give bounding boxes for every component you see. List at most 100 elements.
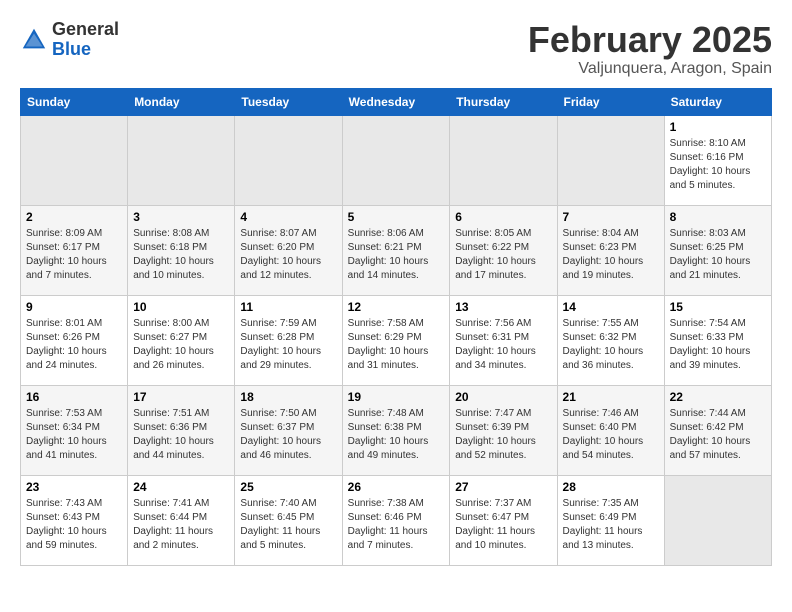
- header: General Blue February 2025 Valjunquera, …: [20, 20, 772, 78]
- logo-blue-text: Blue: [52, 39, 91, 59]
- day-info: Sunrise: 8:10 AM Sunset: 6:16 PM Dayligh…: [670, 137, 766, 193]
- week-row-1: 1 Sunrise: 8:10 AM Sunset: 6:16 PM Daylig…: [21, 115, 772, 205]
- day-info: Sunrise: 8:04 AM Sunset: 6:23 PM Dayligh…: [563, 227, 659, 283]
- day-number: 8: [670, 210, 766, 224]
- calendar-cell: [664, 475, 771, 565]
- calendar-cell: 28 Sunrise: 7:35 AM Sunset: 6:49 PM Dayli…: [557, 475, 664, 565]
- day-info: Sunrise: 7:54 AM Sunset: 6:33 PM Dayligh…: [670, 317, 766, 373]
- logo-text: General Blue: [52, 20, 119, 60]
- calendar-cell: 18Sunrise: 7:50 AM Sunset: 6:37 PM Dayli…: [235, 385, 342, 475]
- day-info: Sunrise: 7:59 AM Sunset: 6:28 PM Dayligh…: [240, 317, 336, 373]
- calendar-cell: [450, 115, 557, 205]
- day-number: 11: [240, 300, 336, 314]
- calendar-cell: 8 Sunrise: 8:03 AM Sunset: 6:25 PM Daylig…: [664, 205, 771, 295]
- calendar-cell: 22 Sunrise: 7:44 AM Sunset: 6:42 PM Dayli…: [664, 385, 771, 475]
- day-info: Sunrise: 7:37 AM Sunset: 6:47 PM Dayligh…: [455, 497, 551, 553]
- day-info: Sunrise: 8:00 AM Sunset: 6:27 PM Dayligh…: [133, 317, 229, 373]
- calendar-cell: [342, 115, 450, 205]
- day-number: 24: [133, 480, 229, 494]
- calendar-cell: 23Sunrise: 7:43 AM Sunset: 6:43 PM Dayli…: [21, 475, 128, 565]
- week-row-2: 2 Sunrise: 8:09 AM Sunset: 6:17 PM Daylig…: [21, 205, 772, 295]
- location: Valjunquera, Aragon, Spain: [528, 60, 772, 78]
- calendar-cell: [21, 115, 128, 205]
- day-info: Sunrise: 7:38 AM Sunset: 6:46 PM Dayligh…: [348, 497, 445, 553]
- day-number: 6: [455, 210, 551, 224]
- week-row-4: 16Sunrise: 7:53 AM Sunset: 6:34 PM Dayli…: [21, 385, 772, 475]
- logo-icon: [20, 26, 48, 54]
- day-number: 18: [240, 390, 336, 404]
- day-info: Sunrise: 7:56 AM Sunset: 6:31 PM Dayligh…: [455, 317, 551, 373]
- calendar-cell: 26 Sunrise: 7:38 AM Sunset: 6:46 PM Dayli…: [342, 475, 450, 565]
- calendar-cell: 14 Sunrise: 7:55 AM Sunset: 6:32 PM Dayli…: [557, 295, 664, 385]
- weekday-header-monday: Monday: [128, 88, 235, 115]
- title-area: February 2025 Valjunquera, Aragon, Spain: [528, 20, 772, 78]
- day-number: 28: [563, 480, 659, 494]
- day-number: 5: [348, 210, 445, 224]
- weekday-header-sunday: Sunday: [21, 88, 128, 115]
- day-info: Sunrise: 8:05 AM Sunset: 6:22 PM Dayligh…: [455, 227, 551, 283]
- calendar-cell: 11 Sunrise: 7:59 AM Sunset: 6:28 PM Dayli…: [235, 295, 342, 385]
- weekday-header-tuesday: Tuesday: [235, 88, 342, 115]
- calendar-cell: 9 Sunrise: 8:01 AM Sunset: 6:26 PM Daylig…: [21, 295, 128, 385]
- day-info: Sunrise: 8:06 AM Sunset: 6:21 PM Dayligh…: [348, 227, 445, 283]
- day-number: 12: [348, 300, 445, 314]
- calendar-cell: 19 Sunrise: 7:48 AM Sunset: 6:38 PM Dayli…: [342, 385, 450, 475]
- day-info: Sunrise: 7:47 AM Sunset: 6:39 PM Dayligh…: [455, 407, 551, 463]
- weekday-header-friday: Friday: [557, 88, 664, 115]
- day-info: Sunrise: 7:35 AM Sunset: 6:49 PM Dayligh…: [563, 497, 659, 553]
- day-number: 25: [240, 480, 336, 494]
- calendar-cell: 4 Sunrise: 8:07 AM Sunset: 6:20 PM Daylig…: [235, 205, 342, 295]
- day-number: 15: [670, 300, 766, 314]
- day-info: Sunrise: 7:46 AM Sunset: 6:40 PM Dayligh…: [563, 407, 659, 463]
- day-info: Sunrise: 7:51 AM Sunset: 6:36 PM Dayligh…: [133, 407, 229, 463]
- day-number: 10: [133, 300, 229, 314]
- day-number: 9: [26, 300, 122, 314]
- day-info: Sunrise: 7:55 AM Sunset: 6:32 PM Dayligh…: [563, 317, 659, 373]
- calendar-cell: 1 Sunrise: 8:10 AM Sunset: 6:16 PM Daylig…: [664, 115, 771, 205]
- weekday-header-saturday: Saturday: [664, 88, 771, 115]
- calendar-cell: 10 Sunrise: 8:00 AM Sunset: 6:27 PM Dayli…: [128, 295, 235, 385]
- calendar-cell: 12 Sunrise: 7:58 AM Sunset: 6:29 PM Dayli…: [342, 295, 450, 385]
- day-number: 26: [348, 480, 445, 494]
- calendar-cell: 27 Sunrise: 7:37 AM Sunset: 6:47 PM Dayli…: [450, 475, 557, 565]
- calendar-cell: 25 Sunrise: 7:40 AM Sunset: 6:45 PM Dayli…: [235, 475, 342, 565]
- day-info: Sunrise: 8:09 AM Sunset: 6:17 PM Dayligh…: [26, 227, 122, 283]
- day-number: 22: [670, 390, 766, 404]
- calendar-cell: 20 Sunrise: 7:47 AM Sunset: 6:39 PM Dayli…: [450, 385, 557, 475]
- logo-general-text: General: [52, 19, 119, 39]
- calendar-cell: 3 Sunrise: 8:08 AM Sunset: 6:18 PM Daylig…: [128, 205, 235, 295]
- week-row-5: 23Sunrise: 7:43 AM Sunset: 6:43 PM Dayli…: [21, 475, 772, 565]
- day-info: Sunrise: 7:40 AM Sunset: 6:45 PM Dayligh…: [240, 497, 336, 553]
- day-number: 20: [455, 390, 551, 404]
- day-number: 2: [26, 210, 122, 224]
- calendar-cell: 16Sunrise: 7:53 AM Sunset: 6:34 PM Dayli…: [21, 385, 128, 475]
- day-info: Sunrise: 8:08 AM Sunset: 6:18 PM Dayligh…: [133, 227, 229, 283]
- logo: General Blue: [20, 20, 119, 60]
- day-number: 13: [455, 300, 551, 314]
- calendar-cell: 24Sunrise: 7:41 AM Sunset: 6:44 PM Dayli…: [128, 475, 235, 565]
- day-info: Sunrise: 8:07 AM Sunset: 6:20 PM Dayligh…: [240, 227, 336, 283]
- day-number: 4: [240, 210, 336, 224]
- calendar-cell: 5 Sunrise: 8:06 AM Sunset: 6:21 PM Daylig…: [342, 205, 450, 295]
- month-title: February 2025: [528, 20, 772, 60]
- day-info: Sunrise: 7:43 AM Sunset: 6:43 PM Dayligh…: [26, 497, 122, 553]
- calendar-cell: 17Sunrise: 7:51 AM Sunset: 6:36 PM Dayli…: [128, 385, 235, 475]
- day-info: Sunrise: 7:53 AM Sunset: 6:34 PM Dayligh…: [26, 407, 122, 463]
- day-info: Sunrise: 7:48 AM Sunset: 6:38 PM Dayligh…: [348, 407, 445, 463]
- day-info: Sunrise: 7:44 AM Sunset: 6:42 PM Dayligh…: [670, 407, 766, 463]
- calendar-cell: 21Sunrise: 7:46 AM Sunset: 6:40 PM Dayli…: [557, 385, 664, 475]
- day-number: 19: [348, 390, 445, 404]
- day-info: Sunrise: 8:01 AM Sunset: 6:26 PM Dayligh…: [26, 317, 122, 373]
- week-row-3: 9 Sunrise: 8:01 AM Sunset: 6:26 PM Daylig…: [21, 295, 772, 385]
- weekday-header-row: SundayMondayTuesdayWednesdayThursdayFrid…: [21, 88, 772, 115]
- day-info: Sunrise: 7:58 AM Sunset: 6:29 PM Dayligh…: [348, 317, 445, 373]
- calendar-cell: [235, 115, 342, 205]
- day-number: 1: [670, 120, 766, 134]
- day-info: Sunrise: 8:03 AM Sunset: 6:25 PM Dayligh…: [670, 227, 766, 283]
- day-number: 3: [133, 210, 229, 224]
- calendar-cell: 2 Sunrise: 8:09 AM Sunset: 6:17 PM Daylig…: [21, 205, 128, 295]
- day-number: 27: [455, 480, 551, 494]
- day-number: 7: [563, 210, 659, 224]
- day-number: 14: [563, 300, 659, 314]
- calendar-cell: [557, 115, 664, 205]
